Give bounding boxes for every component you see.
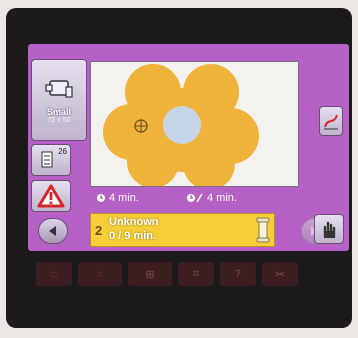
help-key[interactable]: ? — [220, 262, 256, 286]
total-time: 4 min. — [186, 192, 237, 204]
remaining-time: 4 min. — [96, 192, 139, 204]
warning-button[interactable] — [31, 180, 71, 212]
settings-key[interactable]: ☼ — [78, 262, 122, 286]
thread-button[interactable]: 26 — [31, 144, 71, 176]
home-key[interactable]: ⌂ — [36, 262, 72, 286]
stitch-progress: 0 / 9 min. — [109, 230, 157, 242]
size-label: Small — [46, 106, 71, 117]
design-preview[interactable] — [90, 61, 299, 190]
hand-icon — [323, 221, 336, 239]
edit-stitch-icon — [324, 114, 338, 130]
scissors-key[interactable]: ✂ — [262, 262, 298, 286]
flower-design — [103, 64, 259, 190]
bobbin-icon — [256, 217, 270, 243]
design-name: Unknown — [109, 216, 159, 228]
clock-needle-icon — [187, 193, 203, 203]
warning-triangle-icon — [37, 184, 65, 208]
status-bar: 2 Unknown 0 / 9 min. — [90, 213, 275, 247]
presser-foot-icon — [45, 79, 73, 98]
time-readout: 4 min. 4 min. — [90, 190, 297, 208]
edit-button[interactable] — [319, 106, 343, 136]
size-button[interactable]: Small 72 x 50 — [31, 59, 87, 141]
hand-button[interactable] — [314, 214, 344, 244]
step-number: 2 — [95, 223, 103, 238]
hardware-key-row: ⌂ ☼ ⊞ ⌗ ? ✂ — [36, 262, 346, 288]
total-time-label: 4 min. — [207, 192, 237, 204]
layout-key[interactable]: ⊞ — [128, 262, 172, 286]
size-dims: 72 x 50 — [47, 116, 71, 124]
remaining-time-label: 4 min. — [109, 192, 139, 204]
lcd-screen: Small 72 x 50 26 4 min. 4 min. 2 Unknown… — [28, 44, 349, 251]
arrow-left-icon — [49, 226, 56, 236]
clock-icon — [97, 194, 105, 202]
thread-key[interactable]: ⌗ — [178, 262, 214, 286]
thread-count: 26 — [58, 147, 67, 156]
prev-button[interactable] — [38, 218, 68, 244]
